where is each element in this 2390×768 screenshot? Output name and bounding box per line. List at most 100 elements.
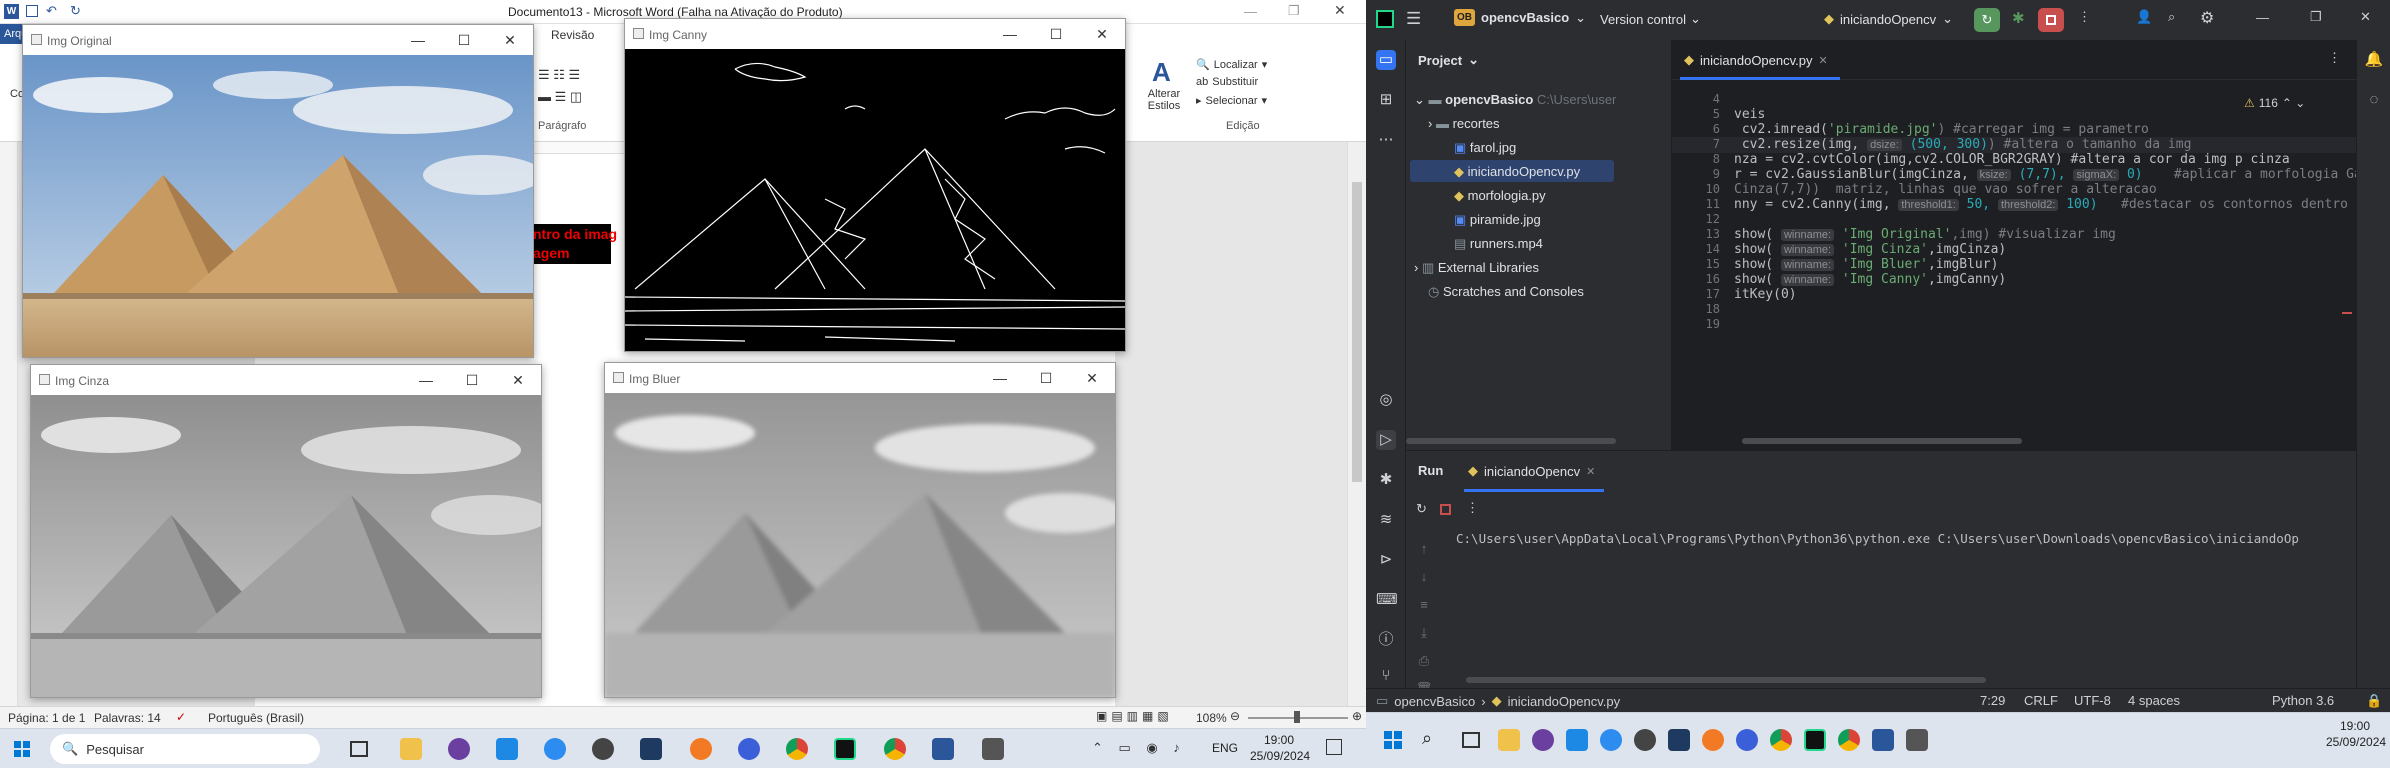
project-switcher[interactable]: OB opencvBasico ⌄ [1454,9,1586,26]
pycharm-icon[interactable] [834,738,856,760]
save-icon[interactable] [26,5,38,17]
chrome-icon[interactable] [1770,729,1792,751]
debug-icon[interactable]: ✱ [2012,9,2025,27]
services-icon[interactable]: ⊳ [1376,550,1396,570]
status-page[interactable]: Página: 1 de 1 [8,711,85,725]
word-minimize-icon[interactable]: — [1244,4,1257,19]
window-img-canny-titlebar[interactable]: Img Canny — ☐ ✕ [625,19,1125,49]
project-panel-header[interactable]: Project ⌄ [1418,52,1479,68]
tray-language[interactable]: ENG [1212,741,1238,755]
window-img-cinza-titlebar[interactable]: Img Cinza — ☐ ✕ [31,365,541,395]
file-explorer-icon[interactable] [400,738,422,760]
project-scrollbar[interactable] [1406,438,1616,444]
doc-scroll-thumb[interactable] [1352,182,1362,482]
minimize-icon[interactable]: — [977,367,1023,389]
stop-button[interactable] [2038,8,2064,32]
minimize-icon[interactable]: — [403,369,449,391]
project-tool-icon[interactable]: ▭ [1376,50,1396,70]
replace-button[interactable]: ab Substituir [1196,76,1258,88]
editor-tab-iniciandoopencv[interactable]: ◆ iniciandoOpencv.py ✕ [1684,52,1828,68]
more-tools-icon[interactable]: ⋯ [1376,130,1396,150]
git-icon[interactable]: ⑂ [1376,666,1396,686]
status-caret-position[interactable]: 7:29 [1980,693,2005,708]
rerun-icon[interactable]: ↻ [1416,501,1427,517]
vscode-icon[interactable] [1566,729,1588,751]
settings-gear-icon[interactable]: ⚙ [2200,8,2214,28]
app-icon-3[interactable] [592,738,614,760]
run-tool-icon[interactable]: ▷ [1376,430,1396,450]
status-language[interactable]: Português (Brasil) [208,711,304,725]
maximize-icon[interactable]: ☐ [1023,367,1069,389]
app-icon-5[interactable] [690,738,712,760]
run-more-icon[interactable]: ⋮ [1466,500,1479,516]
app-icon-6[interactable] [738,738,760,760]
tray-time[interactable]: 19:00 [1264,733,1294,747]
file-explorer-icon[interactable] [1498,729,1520,751]
ai-assistant-icon[interactable]: ◌ [2364,90,2384,110]
task-view-icon[interactable] [350,741,368,757]
tabs-menu-icon[interactable]: ⋮ [2328,50,2341,66]
close-tab-icon[interactable]: ✕ [1586,465,1595,478]
start-icon[interactable] [14,741,30,757]
maximize-icon[interactable]: ☐ [1033,23,1079,45]
app-icon-1[interactable] [1532,729,1554,751]
tree-external-libraries[interactable]: › ▥ External Libraries [1414,260,1539,276]
tree-file-morfologia[interactable]: ◆ morfologia.py [1454,188,1546,204]
app-icon-7[interactable] [1906,729,1928,751]
app-icon-5[interactable] [1702,729,1724,751]
zoom-slider-thumb[interactable] [1294,711,1300,723]
rerun-button[interactable]: ↻ [1974,8,2000,32]
lock-icon[interactable]: 🔒 [2366,693,2382,709]
status-indent[interactable]: 4 spaces [2128,693,2180,708]
main-menu-icon[interactable]: ☰ [1406,9,1421,29]
pc-restore-icon[interactable]: ❐ [2310,9,2322,25]
task-view-icon[interactable] [1462,732,1480,748]
redo-icon[interactable]: ↻ [70,3,81,19]
vscode-icon[interactable] [496,738,518,760]
tray-date[interactable]: 25/09/2024 [1250,749,1310,763]
chrome-icon-2[interactable] [1838,729,1860,751]
run-tab[interactable]: ◆ iniciandoOpencv ✕ [1468,463,1595,479]
tree-folder-recortes[interactable]: › ▬ recortes [1428,116,1500,131]
close-icon[interactable]: ✕ [495,369,541,391]
tray-icons[interactable]: ⌃ ▭ ◉ ♪ [1092,740,1186,756]
close-tab-icon[interactable]: ✕ [1819,54,1828,67]
add-user-icon[interactable]: 👤 [2136,9,2152,25]
word-close-icon[interactable]: ✕ [1334,2,1346,19]
window-img-bluer-titlebar[interactable]: Img Bluer — ☐ ✕ [605,363,1115,393]
window-img-canny[interactable]: Img Canny — ☐ ✕ [624,18,1126,352]
code-area[interactable]: veis cv2.imread('piramide.jpg') #carrega… [1672,84,2356,424]
window-img-bluer[interactable]: Img Bluer — ☐ ✕ [604,362,1116,698]
stop-run-icon[interactable] [1440,504,1451,515]
styles-change-button[interactable]: Alterar Estilos [1140,88,1188,112]
layers-icon[interactable]: ≋ [1376,510,1396,530]
find-button[interactable]: 🔍 Localizar ▾ [1196,58,1267,72]
tray-date[interactable]: 25/09/2024 [2326,735,2386,749]
word-restore-icon[interactable]: ❐ [1288,3,1300,19]
undo-icon[interactable]: ↶ [46,3,57,19]
app-icon-1[interactable] [448,738,470,760]
more-actions-icon[interactable]: ⋮ [2078,9,2091,25]
tree-root[interactable]: ⌄ ▬ opencvBasico C:\Users\user [1414,92,1616,108]
status-breadcrumb[interactable]: ▭ opencvBasico › ◆ iniciandoOpencv.py [1376,693,1620,709]
chrome-icon-2[interactable] [884,738,906,760]
tree-file-iniciandoopencv[interactable]: ◆ iniciandoOpencv.py [1454,164,1580,180]
tree-file-farol[interactable]: ▣ farol.jpg [1454,140,1516,156]
problems-icon[interactable]: ⓘ [1376,630,1396,650]
app-icon-3[interactable] [1634,729,1656,751]
close-icon[interactable]: ✕ [1069,367,1115,389]
notifications-icon[interactable]: 🔔 [2364,50,2384,70]
terminal-icon[interactable]: ⌨ [1376,590,1398,610]
minimize-icon[interactable]: — [987,23,1033,45]
run-side-toolbar[interactable]: ↑↓≡⤓⎙🗑 [1414,535,1434,703]
close-icon[interactable]: ✕ [487,29,533,51]
editor-h-scrollbar[interactable] [1742,438,2022,444]
styles-change-icon[interactable]: A [1152,58,1182,86]
app-icon-2[interactable] [1600,729,1622,751]
search-icon[interactable]: ⌕ [2168,9,2175,25]
doc-scrollbar[interactable] [1347,142,1366,706]
status-interpreter[interactable]: Python 3.6 [2272,693,2334,708]
spellcheck-icon[interactable]: ✓ [176,710,186,724]
vcs-menu[interactable]: Version control ⌄ [1600,11,1701,27]
structure-tool-icon[interactable]: ⊞ [1376,90,1396,110]
